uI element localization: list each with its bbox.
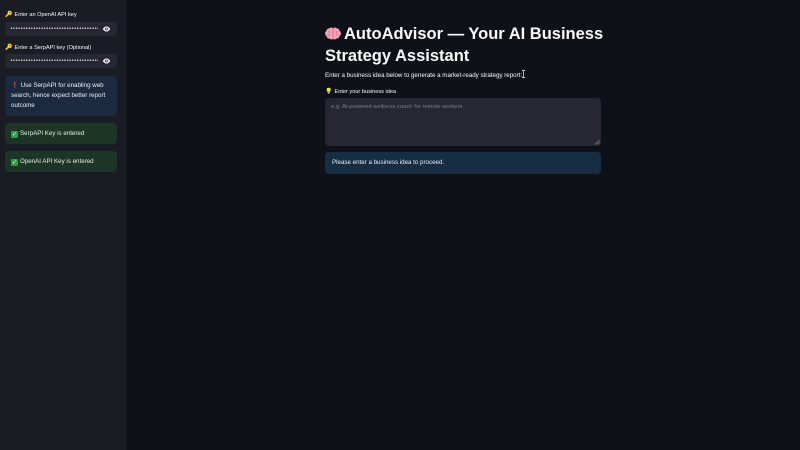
eye-icon[interactable]: [102, 25, 111, 33]
serpapi-success-text: SerpAPI Key is entered: [20, 130, 85, 137]
serpapi-info-text: Use SerpAPI for enabling web search, hen…: [11, 82, 106, 109]
check-icon: ✓: [11, 131, 18, 138]
serpapi-key-input[interactable]: ••••••••••••••••••••••••••••••••••••••••…: [5, 54, 117, 68]
openai-key-masked-value: ••••••••••••••••••••••••••••••••••••••••…: [10, 26, 98, 32]
brain-icon: [325, 27, 341, 40]
main-content: AutoAdvisor — Your AI Business Strategy …: [127, 0, 800, 450]
serpapi-success-alert: ✓ SerpAPI Key is entered: [5, 123, 117, 144]
openai-key-input[interactable]: ••••••••••••••••••••••••••••••••••••••••…: [5, 22, 117, 36]
openai-key-label-text: Enter an OpenAI API key: [14, 12, 77, 18]
business-idea-textarea[interactable]: [325, 98, 601, 146]
key-icon: 🔑: [5, 44, 13, 51]
text-cursor-icon: [522, 70, 525, 78]
page-title-text: AutoAdvisor — Your AI Business Strategy …: [325, 25, 604, 65]
lightbulb-icon: 💡: [325, 88, 333, 95]
resize-grip-icon[interactable]: [594, 139, 600, 145]
business-idea-label-text: Enter your business idea: [334, 89, 397, 95]
serpapi-key-label-text: Enter a SerpAPI key (Optional): [14, 45, 92, 51]
info-notice: Please enter a business idea to proceed.: [325, 152, 601, 174]
check-icon: ✓: [11, 159, 18, 166]
serpapi-info-alert: ❗ Use SerpAPI for enabling web search, he…: [5, 76, 117, 116]
serpapi-key-masked-value: ••••••••••••••••••••••••••••••••••••••••…: [10, 58, 98, 64]
serpapi-key-label: 🔑 Enter a SerpAPI key (Optional): [5, 44, 91, 51]
exclamation-icon: ❗: [11, 82, 19, 89]
openai-success-text: OpenAI API Key is entered: [20, 158, 94, 165]
page-title: AutoAdvisor — Your AI Business Strategy …: [325, 23, 615, 67]
business-idea-label: 💡 Enter your business idea: [325, 88, 396, 95]
eye-icon[interactable]: [102, 57, 111, 65]
key-icon: 🔑: [5, 11, 13, 18]
sidebar: 🔑 Enter an OpenAI API key •••••••••••••••…: [0, 0, 127, 450]
openai-success-alert: ✓ OpenAI API Key is entered: [5, 151, 117, 172]
openai-key-label: 🔑 Enter an OpenAI API key: [5, 11, 77, 18]
page-subtitle: Enter a business idea below to generate …: [325, 72, 523, 79]
